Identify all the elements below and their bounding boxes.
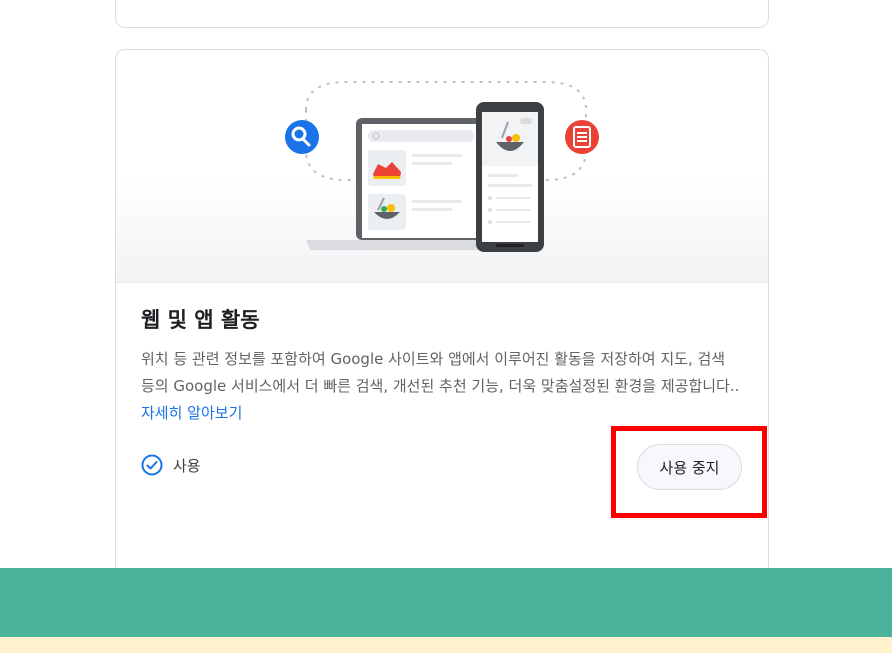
card-title: 웹 및 앱 활동 [141,308,260,332]
check-circle-icon [141,454,163,476]
highlight-box [611,426,767,518]
phone [476,102,544,252]
laptop [306,118,488,250]
yellow-band [0,637,892,653]
document-icon [565,120,599,154]
description-text: 위치 등 관련 정보를 포함하여 Google 사이트와 앱에서 이루어진 활동… [141,350,740,395]
previous-card [115,0,769,28]
learn-more-link[interactable]: 자세히 알아보기 [141,404,242,422]
status-label: 사용 [173,456,201,475]
devices-illustration [285,81,599,252]
search-icon [285,120,319,154]
status-indicator: 사용 [141,454,201,476]
illustration [116,50,768,283]
green-band [0,568,892,637]
card-description: 위치 등 관련 정보를 포함하여 Google 사이트와 앱에서 이루어진 활동… [141,346,741,427]
